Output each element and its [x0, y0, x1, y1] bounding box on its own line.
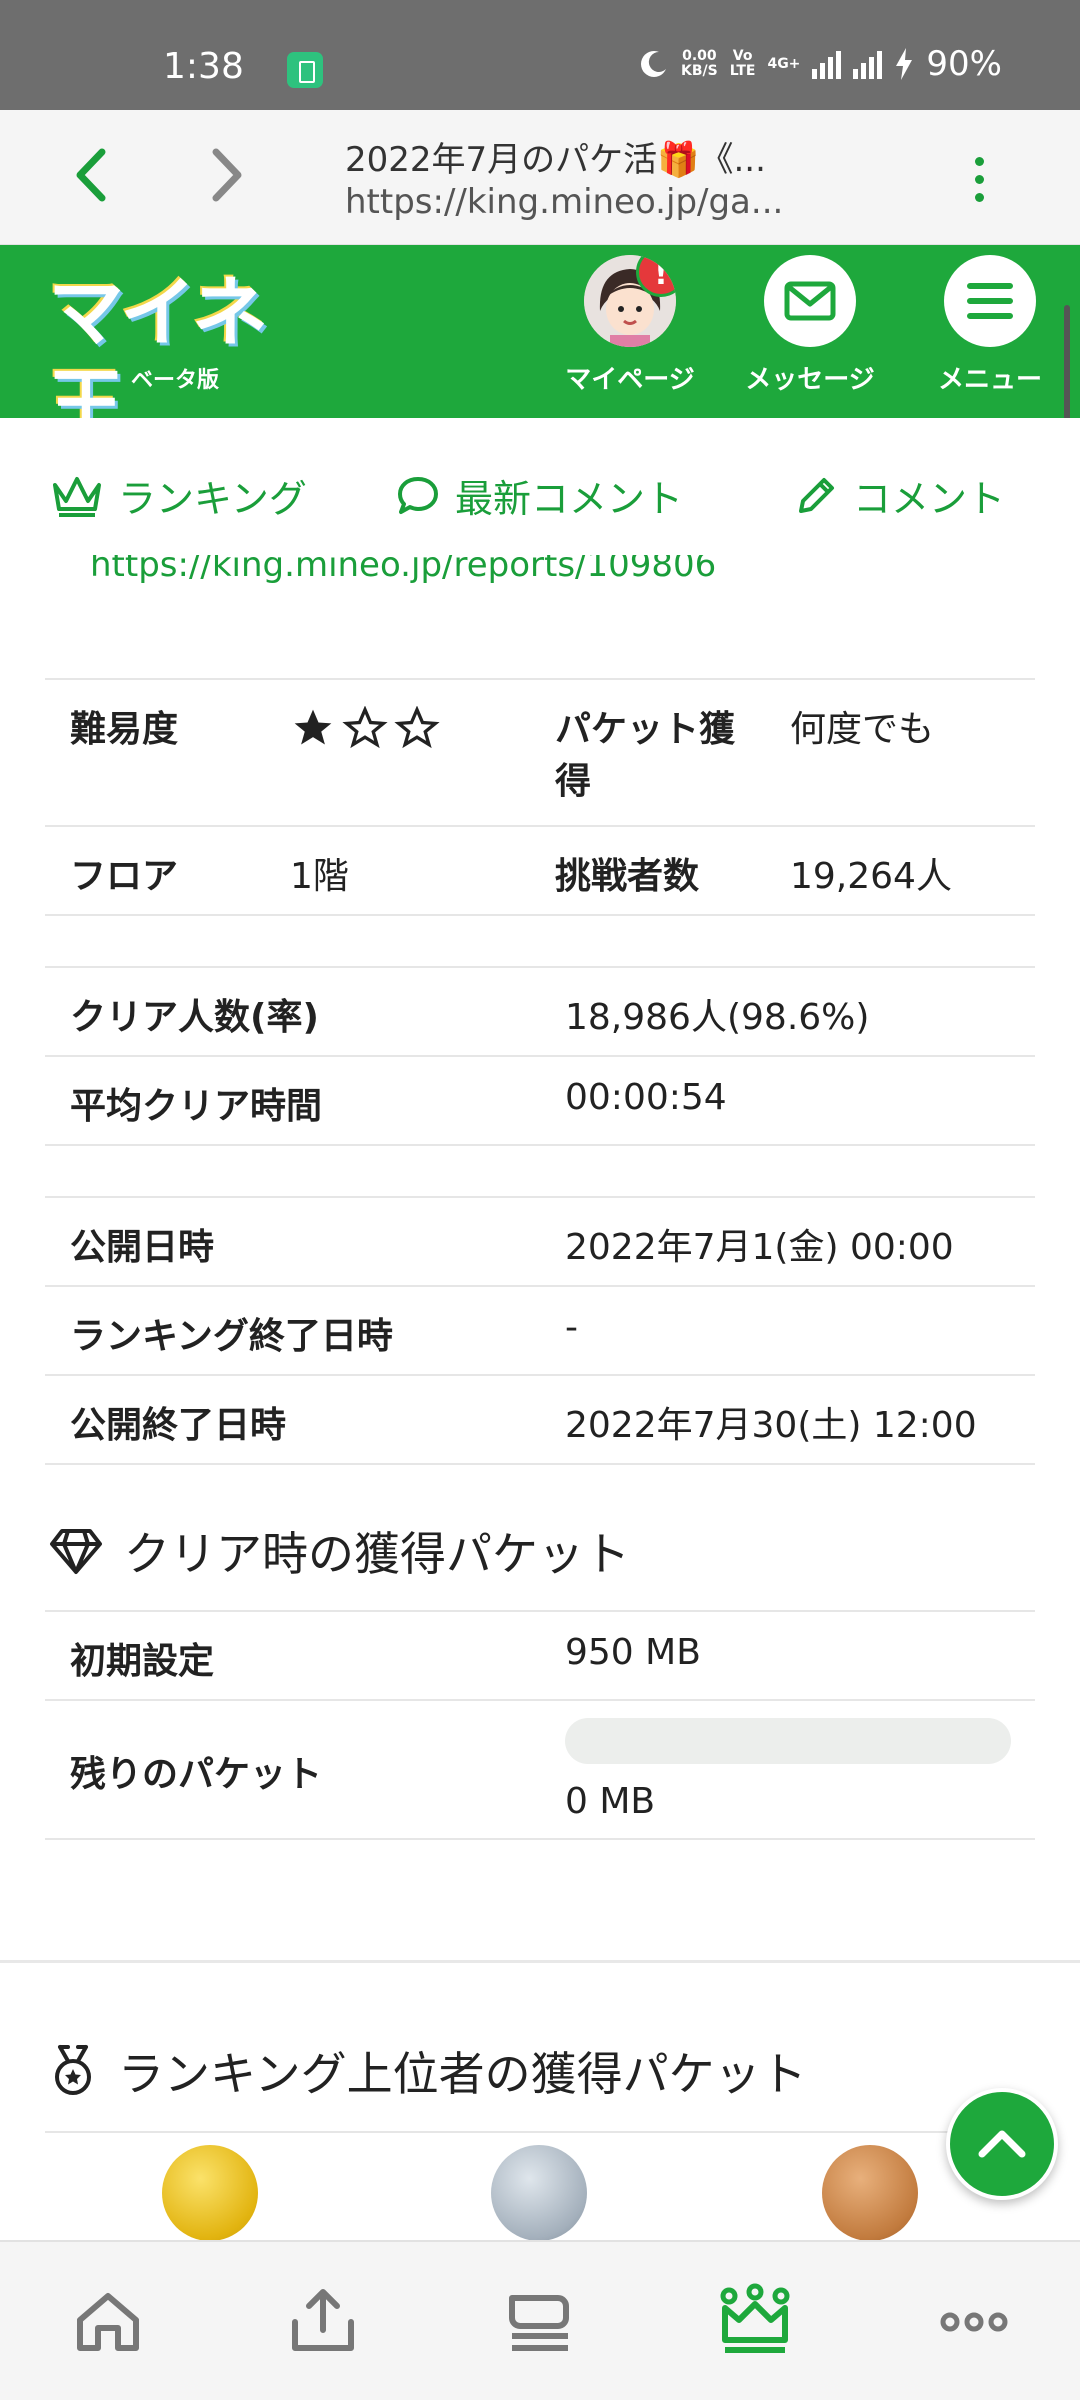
ranking-end-value: - [565, 1285, 1035, 1376]
ranking-link[interactable]: ランキング [50, 468, 307, 523]
clear-count-label: クリア人数(率) [45, 966, 565, 1057]
table-row: 難易度 パケット獲得 何度でも [45, 678, 1035, 827]
signal-icon [812, 49, 842, 79]
status-bar: 1:38 0.00 KB/S Vo LTE 4G+ 90% [0, 0, 1080, 110]
dates-table: 公開日時 2022年7月1(金) 00:00 ランキング終了日時 - 公開終了日… [45, 1196, 1035, 1465]
pencil-icon [799, 477, 834, 513]
report-link[interactable]: https://king.mineo.jp/reports/109806 [90, 555, 716, 587]
table-row: ランキング終了日時 - [45, 1285, 1035, 1376]
status-icons: 0.00 KB/S Vo LTE 4G+ 90% [639, 44, 1002, 84]
ranking-packets-heading: ランキング上位者の獲得パケット [48, 2038, 807, 2104]
section-divider [0, 1960, 1080, 1963]
mypage-label: マイページ [565, 365, 695, 395]
more-options-icon[interactable] [955, 145, 1005, 215]
scroll-top-button[interactable] [946, 2088, 1058, 2200]
challengers-label: 挑戦者数 [535, 825, 780, 916]
avatar: ! [584, 255, 676, 347]
volte-indicator: Vo LTE [729, 48, 756, 79]
table-row: フロア 1階 挑戦者数 19,264人 [45, 825, 1035, 916]
upload-tray-icon[interactable] [283, 2282, 363, 2362]
net-speed: 0.00 KB/S [681, 48, 718, 79]
packet-get-label: パケット獲得 [535, 678, 780, 827]
clear-stats-table: クリア人数(率) 18,986人(98.6%) 平均クリア時間 00:00:54 [45, 966, 1035, 1146]
chat-list-icon[interactable] [500, 2282, 580, 2362]
gold-medal-icon [162, 2145, 258, 2241]
table-border [45, 2131, 1035, 2133]
clear-count-value: 18,986人(98.6%) [565, 966, 1035, 1057]
chevron-up-icon [978, 2130, 1026, 2158]
menu-label: メニュー [937, 365, 1042, 395]
packet-get-value: 何度でも [780, 678, 1035, 827]
medal-icon [55, 2045, 91, 2095]
moon-icon [641, 51, 667, 77]
diamond-icon [50, 1529, 102, 1574]
notification-app-icon [287, 52, 323, 88]
star-filled-icon [294, 709, 332, 745]
site-logo[interactable]: マイネ王 ベータ版 [48, 267, 308, 449]
back-arrow-icon[interactable] [58, 140, 128, 210]
silver-medal-icon [491, 2145, 587, 2241]
table-row: クリア人数(率) 18,986人(98.6%) [45, 966, 1035, 1057]
publish-value: 2022年7月1(金) 00:00 [565, 1196, 1035, 1287]
ranking-end-label: ランキング終了日時 [45, 1285, 565, 1376]
king-crown-icon[interactable] [715, 2282, 795, 2362]
browser-toolbar: 2022年7月のパケ活🎁《... https://king.mineo.jp/g… [0, 110, 1080, 245]
floor-label: フロア [45, 825, 290, 916]
bottom-navigation [0, 2240, 1080, 2400]
battery-level: 90% [926, 44, 1002, 84]
table-row: 公開日時 2022年7月1(金) 00:00 [45, 1196, 1035, 1287]
avg-time-label: 平均クリア時間 [45, 1055, 565, 1146]
clear-packets-heading: クリア時の獲得パケット [48, 1518, 630, 1584]
initial-label: 初期設定 [45, 1610, 565, 1701]
challengers-value: 19,264人 [780, 825, 1035, 916]
site-header: マイネ王 ベータ版 ! マイページ メッセージ メニュー [0, 245, 1080, 449]
remaining-packet-progress [565, 1718, 1011, 1764]
bronze-medal-icon [822, 2145, 918, 2241]
speech-bubble-icon [398, 476, 438, 514]
table-row: 公開終了日時 2022年7月30(土) 12:00 [45, 1374, 1035, 1465]
publish-end-value: 2022年7月30(土) 12:00 [565, 1374, 1035, 1465]
beta-label: ベータ版 [131, 368, 220, 393]
remaining-label: 残りのパケット [45, 1699, 565, 1840]
publish-end-label: 公開終了日時 [45, 1374, 565, 1465]
tab-title[interactable]: 2022年7月のパケ活🎁《... [345, 132, 785, 181]
table-row: 平均クリア時間 00:00:54 [45, 1055, 1035, 1146]
hamburger-icon [967, 283, 1013, 319]
details-table: 難易度 パケット獲得 何度でも フロア 1階 挑戦者数 19,264人 [45, 678, 1035, 916]
table-row: 初期設定 950 MB [45, 1610, 1035, 1701]
charging-icon [896, 48, 913, 80]
signal-icon-2 [853, 49, 883, 79]
star-empty-icon [342, 706, 388, 749]
difficulty-label: 難易度 [45, 678, 290, 827]
floor-value: 1階 [290, 825, 535, 916]
message-label: メッセージ [745, 365, 875, 395]
publish-label: 公開日時 [45, 1196, 565, 1287]
avg-time-value: 00:00:54 [565, 1055, 1035, 1146]
mypage-button[interactable]: ! マイページ [555, 255, 705, 396]
comment-link[interactable]: コメント [793, 468, 1005, 523]
message-button[interactable]: メッセージ [735, 255, 885, 396]
home-icon[interactable] [68, 2282, 148, 2362]
more-dots-icon[interactable] [934, 2282, 1014, 2362]
network-type: 4G+ [767, 55, 801, 72]
status-time: 1:38 [163, 46, 244, 87]
forward-arrow-icon[interactable] [190, 140, 260, 210]
screen: 1:38 0.00 KB/S Vo LTE 4G+ 90% 2022年7月のパケ… [0, 0, 1080, 2400]
star-empty-icon [394, 706, 440, 749]
initial-value: 950 MB [565, 1610, 1035, 1701]
latest-comment-link[interactable]: 最新コメント [395, 468, 683, 523]
menu-button[interactable]: メニュー [915, 255, 1065, 396]
difficulty-stars [290, 678, 535, 827]
envelope-icon [784, 281, 836, 321]
crown-icon [53, 476, 101, 517]
sub-navigation: ランキング 最新コメント コメント [0, 418, 1080, 548]
address-bar[interactable]: https://king.mineo.jp/ga... [345, 182, 785, 222]
